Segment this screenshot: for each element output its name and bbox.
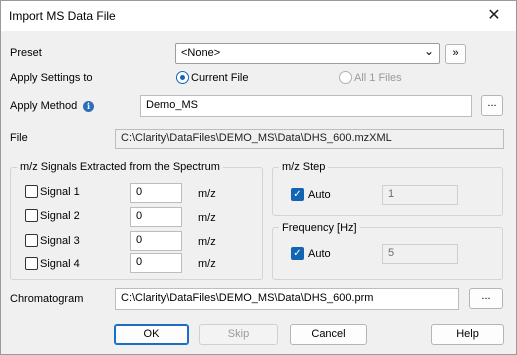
signal-1-checkbox[interactable] <box>25 185 38 198</box>
chevron-down-icon: ⌄ <box>423 44 434 58</box>
signal-4-label: Signal 4 <box>40 258 80 270</box>
signal-4-unit: m/z <box>198 258 216 270</box>
apply-method-input[interactable]: Demo_MS <box>140 95 472 117</box>
signal-3-label: Signal 3 <box>40 235 80 247</box>
signal-1-unit: m/z <box>198 188 216 200</box>
signal-2-label: Signal 2 <box>40 210 80 222</box>
ok-button[interactable]: OK <box>114 324 189 345</box>
preset-more-button[interactable]: » <box>445 44 466 64</box>
signal-4-input[interactable]: 0 <box>130 253 182 273</box>
apply-method-browse-button[interactable]: ... <box>481 95 503 116</box>
preset-select[interactable]: <None> ⌄ <box>175 43 440 64</box>
frequency-auto-label: Auto <box>308 248 331 260</box>
preset-value: <None> <box>181 47 221 59</box>
chromatogram-label: Chromatogram <box>10 293 84 305</box>
apply-settings-label: Apply Settings to <box>10 72 93 84</box>
mz-step-group-title: m/z Step <box>279 161 329 173</box>
signal-2-input[interactable]: 0 <box>130 207 182 227</box>
signal-3-unit: m/z <box>198 236 216 248</box>
info-icon[interactable]: i <box>83 101 94 112</box>
chromatogram-browse-button[interactable]: ... <box>469 288 503 309</box>
signal-1-input[interactable]: 0 <box>130 183 182 203</box>
file-label: File <box>10 132 28 144</box>
all-files-label: All 1 Files <box>354 72 402 84</box>
apply-method-label: Apply Method <box>10 100 78 112</box>
signal-2-unit: m/z <box>198 212 216 224</box>
chromatogram-input[interactable]: C:\Clarity\DataFiles\DEMO_MS\Data\DHS_60… <box>115 288 459 310</box>
import-ms-dialog: Import MS Data File ✕ Preset <None> ⌄ » … <box>0 0 517 355</box>
preset-label: Preset <box>10 47 42 59</box>
signal-2-checkbox[interactable] <box>25 209 38 222</box>
cancel-button[interactable]: Cancel <box>290 324 367 345</box>
dialog-title: Import MS Data File <box>9 9 116 23</box>
signal-4-checkbox[interactable] <box>25 257 38 270</box>
current-file-radio[interactable] <box>176 71 189 84</box>
frequency-group-title: Frequency [Hz] <box>279 222 360 234</box>
mz-step-auto-checkbox[interactable]: ✓ <box>291 188 304 201</box>
title-bar: Import MS Data File ✕ <box>1 1 516 31</box>
file-path-field: C:\Clarity\DataFiles\DEMO_MS\Data\DHS_60… <box>115 129 504 149</box>
mz-step-input[interactable]: 1 <box>382 185 458 205</box>
skip-button[interactable]: Skip <box>199 324 278 345</box>
signal-1-label: Signal 1 <box>40 186 80 198</box>
frequency-auto-checkbox[interactable]: ✓ <box>291 247 304 260</box>
close-icon[interactable]: ✕ <box>476 2 512 30</box>
signal-3-input[interactable]: 0 <box>130 231 182 251</box>
signals-group-title: m/z Signals Extracted from the Spectrum <box>17 161 223 173</box>
frequency-input[interactable]: 5 <box>382 244 458 264</box>
signal-3-checkbox[interactable] <box>25 234 38 247</box>
mz-step-auto-label: Auto <box>308 189 331 201</box>
current-file-label: Current File <box>191 72 249 84</box>
all-files-radio[interactable] <box>339 71 352 84</box>
help-button[interactable]: Help <box>431 324 504 345</box>
